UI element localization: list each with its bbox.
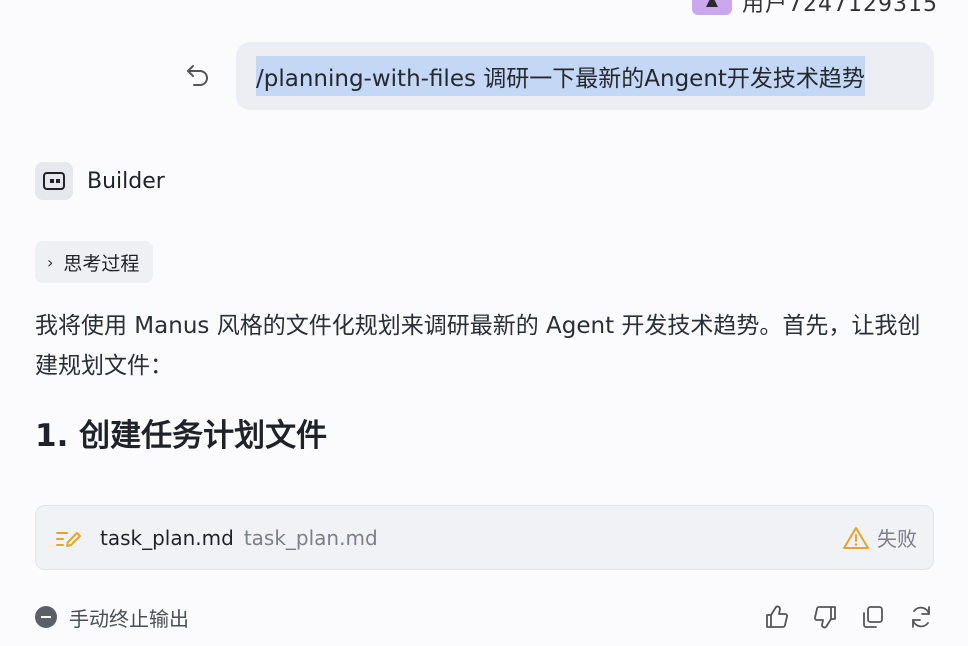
bot-header: Builder — [35, 162, 165, 200]
file-name: task_plan.md — [100, 525, 234, 550]
message-actions — [764, 604, 934, 630]
file-card[interactable]: task_plan.md task_plan.md 失败 — [35, 505, 934, 570]
thinking-toggle[interactable]: › 思考过程 — [35, 241, 154, 283]
response-heading: 1. 创建任务计划文件 — [35, 418, 328, 454]
regenerate-icon[interactable] — [908, 604, 934, 630]
undo-icon[interactable] — [184, 60, 212, 88]
file-path: task_plan.md — [243, 525, 378, 550]
user-header: 用户7247129315 — [692, 0, 938, 18]
message-footer: 手动终止输出 — [35, 597, 934, 637]
user-name: 用户7247129315 — [742, 0, 938, 17]
user-message-text: /planning-with-files 调研一下最新的Angent开发技术趋势 — [256, 56, 865, 96]
user-message-bubble: /planning-with-files 调研一下最新的Angent开发技术趋势 — [236, 42, 934, 110]
response-paragraph: 我将使用 Manus 风格的文件化规划来调研最新的 Agent 开发技术趋势。首… — [35, 313, 921, 379]
stop-output-button[interactable]: 手动终止输出 — [35, 603, 189, 632]
edit-file-icon — [56, 531, 81, 547]
thumbs-up-icon[interactable] — [764, 604, 790, 630]
bot-icon — [35, 162, 73, 200]
status-text: 失败 — [877, 527, 917, 551]
stop-icon — [35, 606, 57, 628]
chevron-right-icon: › — [47, 252, 54, 272]
stop-output-label: 手动终止输出 — [69, 606, 189, 631]
status-badge: 失败 — [843, 523, 917, 552]
bot-name: Builder — [87, 168, 165, 194]
copy-icon[interactable] — [860, 604, 886, 630]
thinking-label: 思考过程 — [63, 252, 140, 275]
user-avatar[interactable] — [692, 0, 733, 15]
thumbs-down-icon[interactable] — [812, 604, 838, 630]
warning-icon — [843, 526, 869, 549]
